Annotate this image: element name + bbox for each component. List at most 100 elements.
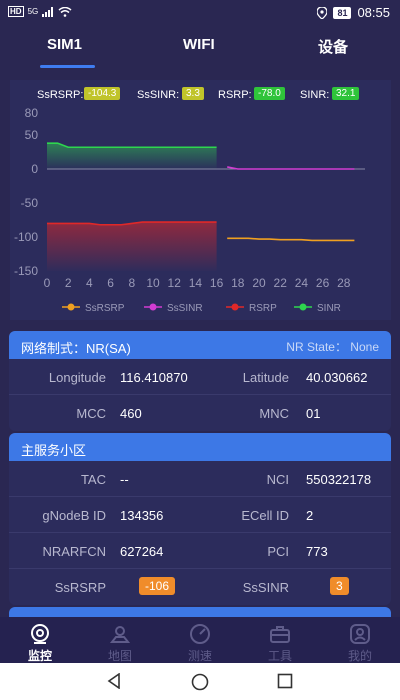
active-tab-indicator: [40, 65, 95, 68]
nav-monitor-label: 监控: [27, 649, 52, 663]
signal-chart-card: SsRSRP: -104.3 SsSINR: 3.3 RSRP: -78.0 S…: [10, 80, 391, 320]
x-tick-label: 10: [146, 276, 160, 290]
recent-apps-icon[interactable]: [277, 673, 293, 689]
series-line-sinr: [47, 142, 217, 149]
nav-tools-label: 工具: [267, 649, 292, 663]
longitude-label: Longitude: [48, 370, 106, 385]
network-card-header: 网络制式：NR(SA) NR State： None: [9, 331, 391, 359]
legend-dot-rsrp: [231, 303, 239, 311]
nci-label: NCI: [266, 472, 289, 487]
latitude-label: Latitude: [242, 370, 289, 385]
network-mode: 网络制式：NR(SA): [21, 341, 131, 356]
pci-value: 773: [306, 544, 328, 559]
nav-monitor[interactable]: 监控: [15, 623, 65, 664]
legend-label-sinr: SINR: [317, 303, 341, 314]
tab-device[interactable]: 设备: [318, 36, 348, 57]
sssinr-chip: 3: [330, 577, 349, 595]
signal-line-chart: 80500-50-100-1500 2 4 6 8 10 12 14 16 18 20 22 24 26 2…: [14, 106, 365, 314]
signal-icon: [42, 6, 54, 17]
x-tick-label: 8: [128, 276, 135, 290]
top-tabs: SIM1 WIFI 设备: [0, 28, 400, 68]
legend-label-rsrp: RSRP: [249, 303, 277, 314]
battery-level: 81: [333, 6, 352, 19]
tab-wifi[interactable]: WIFI: [183, 36, 215, 53]
ecell-id-label: ECell ID: [241, 508, 289, 523]
y-tick-label: 50: [25, 128, 39, 142]
speed-icon: [190, 624, 210, 644]
series-area-rsrp: [47, 222, 217, 271]
info-row: gNodeB ID 134356 ECell ID 2: [9, 497, 391, 533]
info-row: MCC 460 MNC 01: [9, 395, 391, 431]
x-tick-label: 18: [231, 276, 245, 290]
nav-speed-label: 测速: [187, 649, 212, 663]
nr-state: NR State： None: [286, 340, 379, 354]
toolbox-icon: [270, 626, 290, 643]
mnc-value: 01: [306, 406, 321, 421]
home-icon[interactable]: [191, 673, 209, 691]
mcc-value: 460: [120, 406, 142, 421]
x-tick-label: 2: [65, 276, 72, 290]
x-tick-label: 26: [316, 276, 330, 290]
info-row: NRARFCN 627264 PCI 773: [9, 533, 391, 569]
bottom-nav: 监控 地图 测速 工具 我的: [0, 617, 400, 663]
nav-tools[interactable]: 工具: [255, 623, 305, 664]
pci-label: PCI: [267, 544, 289, 559]
info-row: Longitude 116.410870 Latitude 40.030662: [9, 359, 391, 395]
x-tick-label: 6: [107, 276, 114, 290]
mcc-label: MCC: [76, 406, 106, 421]
series-line-sssinr: [227, 166, 355, 170]
series-line-ssrsrp: [227, 237, 355, 242]
map-icon: [109, 626, 131, 643]
system-nav-bar: [0, 663, 400, 700]
info-row: SsRSRP -106 SsSINR 3: [9, 569, 391, 605]
monitor-icon: [31, 624, 49, 644]
nrarfcn-label: NRARFCN: [42, 544, 106, 559]
x-tick-label: 22: [274, 276, 288, 290]
legend-label-ssrsrp: SsRSRP: [85, 303, 125, 314]
nav-profile[interactable]: 我的: [335, 623, 385, 664]
nav-map[interactable]: 地图: [95, 623, 145, 664]
clock: 08:55: [357, 5, 390, 20]
nav-speed[interactable]: 测速: [175, 623, 225, 664]
info-row: TAC -- NCI 550322178: [9, 461, 391, 497]
back-icon[interactable]: [106, 673, 122, 689]
gnodeb-id-label: gNodeB ID: [42, 508, 106, 523]
x-tick-label: 4: [86, 276, 93, 290]
nav-map-label: 地图: [107, 649, 132, 663]
network-type: 5G: [27, 7, 39, 16]
ssrsrp-chip: -106: [139, 577, 176, 595]
serving-cell-title: 主服务小区: [21, 443, 87, 458]
ssrsrp-label: SsRSRP: [54, 580, 106, 595]
y-tick-label: -50: [21, 196, 39, 210]
hd-indicator: HD: [8, 6, 24, 17]
gnodeb-id-value: 134356: [120, 508, 164, 523]
x-tick-label: 0: [44, 276, 51, 290]
legend-label-sssinr: SsSINR: [167, 303, 203, 314]
x-tick-label: 14: [189, 276, 203, 290]
mnc-label: MNC: [259, 406, 289, 421]
nrarfcn-value: 627264: [120, 544, 164, 559]
y-tick-label: 80: [25, 106, 39, 120]
network-info-card: 网络制式：NR(SA) NR State： None Longitude 116…: [9, 331, 391, 431]
serving-cell-header: 主服务小区: [9, 433, 391, 461]
latitude-value: 40.030662: [306, 370, 368, 385]
sssinr-label: SsSINR: [242, 580, 289, 595]
nci-value: 550322178: [306, 472, 372, 487]
y-tick-label: -100: [14, 230, 38, 244]
location-icon: [317, 6, 328, 19]
x-tick-label: 24: [295, 276, 309, 290]
tac-label: TAC: [80, 472, 106, 487]
y-tick-label: -150: [14, 264, 38, 278]
tac-value: --: [120, 472, 129, 487]
serving-cell-card: 主服务小区 TAC -- NCI 550322178 gNodeB ID 134…: [9, 433, 391, 605]
x-tick-label: 28: [337, 276, 351, 290]
legend-dot-sinr: [299, 303, 307, 311]
y-tick-label: 0: [31, 162, 38, 176]
x-tick-label: 16: [210, 276, 224, 290]
longitude-value: 116.410870: [120, 370, 188, 385]
legend-dot-sssinr: [149, 303, 157, 311]
tab-sim1[interactable]: SIM1: [47, 36, 82, 53]
legend-dot-ssrsrp: [67, 303, 75, 311]
status-bar: HD 5G 81 08:55: [0, 0, 400, 24]
x-tick-label: 12: [168, 276, 182, 290]
